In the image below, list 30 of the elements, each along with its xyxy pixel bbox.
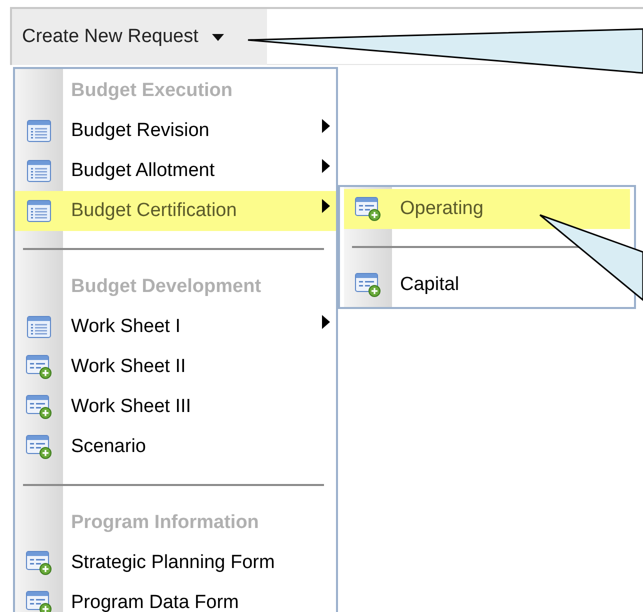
menu-item[interactable]: Budget Allotment xyxy=(15,151,336,191)
menu-item[interactable]: Scenario xyxy=(15,427,336,467)
list-icon xyxy=(27,160,51,182)
menu-item[interactable]: Budget Certification xyxy=(15,191,336,231)
menu-section-header: Program Information xyxy=(71,510,259,535)
menu-item[interactable]: Operating xyxy=(344,189,630,229)
menu-item[interactable]: Work Sheet III xyxy=(15,387,336,427)
submenu-arrow-icon xyxy=(322,315,330,329)
caret-icon xyxy=(212,34,224,40)
submenu-arrow-icon xyxy=(322,159,330,173)
list-icon xyxy=(27,316,51,338)
form-add-icon xyxy=(355,197,381,221)
form-add-icon xyxy=(26,551,52,575)
form-add-icon xyxy=(26,435,52,459)
form-add-icon xyxy=(26,591,52,612)
menu-item[interactable]: Work Sheet I xyxy=(15,307,336,347)
submenu-arrow-icon xyxy=(322,199,330,213)
list-icon xyxy=(27,200,51,222)
list-icon xyxy=(27,120,51,142)
menu-item[interactable]: Work Sheet II xyxy=(15,347,336,387)
form-add-icon xyxy=(26,395,52,419)
menu-section-header: Budget Development xyxy=(71,274,262,299)
create-request-button[interactable]: Create New Request xyxy=(12,9,267,65)
form-add-icon xyxy=(355,273,381,297)
menu-item[interactable]: Strategic Planning Form xyxy=(15,543,336,583)
menu-item[interactable]: Program Data Form xyxy=(15,583,336,612)
submenu-arrow-icon xyxy=(322,119,330,133)
menu-section-header: Budget Execution xyxy=(71,78,233,103)
form-add-icon xyxy=(26,355,52,379)
menu-item[interactable]: Budget Revision xyxy=(15,111,336,151)
